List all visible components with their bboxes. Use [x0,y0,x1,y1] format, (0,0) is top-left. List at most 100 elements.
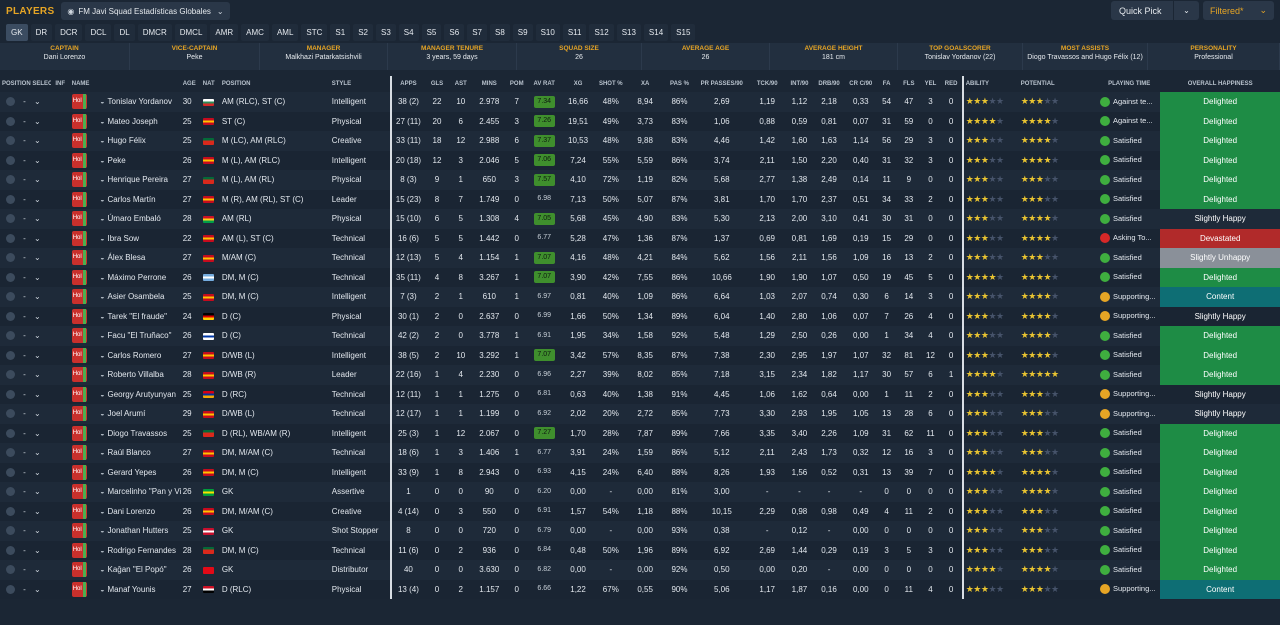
nationality-flag[interactable] [200,404,220,424]
position-selected[interactable]: - ⌄ [21,287,51,307]
column-header[interactable]: RED [941,76,963,92]
inf-hol[interactable]: Hol [69,170,99,190]
playing-time[interactable]: Satisfied [1097,209,1161,229]
inf-hol[interactable]: Hol [69,345,99,365]
player-name[interactable]: ◒ Carlos Romero [98,345,181,365]
column-header[interactable]: POSITION SELECTED [0,76,51,92]
position-selected[interactable]: - ⌄ [21,170,51,190]
position-selected[interactable]: - ⌄ [21,306,51,326]
nationality-flag[interactable] [200,443,220,463]
view-selector[interactable]: ◉ FM Javi Squad Estadísticas Globales ⌄ [61,2,230,20]
position-selected[interactable]: - ⌄ [21,423,51,443]
playing-time[interactable]: Supporting... [1097,287,1161,307]
overall-happiness[interactable]: Delighted [1160,150,1280,170]
table-row[interactable]: - ⌄ Hol ◒ Henrique Pereira 27 M (L), AM (RL) P… [0,170,1280,190]
table-row[interactable]: - ⌄ Hol ◒ Peke 26 M (L), AM (RLC) Intelligent 2… [0,150,1280,170]
inf-hol[interactable]: Hol [69,482,99,502]
position-filter-dmcr[interactable]: DMCR [137,24,172,41]
playing-time[interactable]: Asking To... [1097,228,1161,248]
inf-hol[interactable]: Hol [69,579,99,599]
table-row[interactable]: - ⌄ Hol ◒ Ibra Sow 22 AM (L), ST (C) Technical… [0,228,1280,248]
position-filter-s1[interactable]: S1 [330,24,351,41]
playing-time[interactable]: Satisfied [1097,560,1161,580]
column-header[interactable]: SHOT % [595,76,627,92]
position-selected[interactable]: - ⌄ [21,345,51,365]
player-name[interactable]: ◒ Tonislav Yordanov [98,92,181,112]
select-checkbox[interactable] [0,384,22,404]
column-header[interactable]: TCK/90 [748,76,786,92]
position-filter-s13[interactable]: S13 [616,24,641,41]
position-selected[interactable]: - ⌄ [21,521,51,541]
select-checkbox[interactable] [0,521,22,541]
overall-happiness[interactable]: Content [1160,579,1280,599]
player-name[interactable]: ◒ Joel Arumí [98,404,181,424]
overall-happiness[interactable]: Delighted [1160,423,1280,443]
inf-hol[interactable]: Hol [69,209,99,229]
inf-hol[interactable]: Hol [69,150,99,170]
select-checkbox[interactable] [0,404,22,424]
overall-happiness[interactable]: Delighted [1160,365,1280,385]
position-filter-s11[interactable]: S11 [562,24,587,41]
inf-hol[interactable]: Hol [69,248,99,268]
nationality-flag[interactable] [200,579,220,599]
position-filter-aml[interactable]: AML [271,24,299,41]
player-name[interactable]: ◒ Álex Blesa [98,248,181,268]
player-name[interactable]: ◒ Rodrigo Fernandes [98,540,181,560]
position-filter-s15[interactable]: S15 [671,24,696,41]
overall-happiness[interactable]: Delighted [1160,540,1280,560]
select-checkbox[interactable] [0,501,22,521]
select-checkbox[interactable] [0,248,22,268]
playing-time[interactable]: Supporting... [1097,306,1161,326]
select-checkbox[interactable] [0,306,22,326]
table-row[interactable]: - ⌄ Hol ◒ Tonislav Yordanov 30 AM (RLC), ST (… [0,92,1280,112]
inf-hol[interactable]: Hol [69,501,99,521]
playing-time[interactable]: Satisfied [1097,345,1161,365]
nationality-flag[interactable] [200,345,220,365]
playing-time[interactable]: Supporting... [1097,579,1161,599]
select-checkbox[interactable] [0,482,22,502]
playing-time[interactable]: Supporting... [1097,404,1161,424]
nationality-flag[interactable] [200,560,220,580]
overall-happiness[interactable]: Content [1160,287,1280,307]
playing-time[interactable]: Satisfied [1097,170,1161,190]
playing-time[interactable]: Satisfied [1097,267,1161,287]
position-selected[interactable]: - ⌄ [21,462,51,482]
select-checkbox[interactable] [0,326,22,346]
table-row[interactable]: - ⌄ Hol ◒ Hugo Félix 25 M (LC), AM (RLC) Creat… [0,131,1280,151]
nationality-flag[interactable] [200,267,220,287]
nationality-flag[interactable] [200,501,220,521]
player-name[interactable]: ◒ Peke [98,150,181,170]
position-selected[interactable]: - ⌄ [21,443,51,463]
position-selected[interactable]: - ⌄ [21,228,51,248]
column-header[interactable]: CR C/90 [845,76,876,92]
select-checkbox[interactable] [0,462,22,482]
playing-time[interactable]: Satisfied [1097,365,1161,385]
inf-hol[interactable]: Hol [69,267,99,287]
nationality-flag[interactable] [200,482,220,502]
overall-happiness[interactable]: Delighted [1160,267,1280,287]
overall-happiness[interactable]: Delighted [1160,501,1280,521]
position-filter-dcr[interactable]: DCR [55,24,83,41]
playing-time[interactable]: Satisfied [1097,540,1161,560]
select-checkbox[interactable] [0,560,22,580]
position-filter-s7[interactable]: S7 [467,24,487,41]
select-checkbox[interactable] [0,423,22,443]
select-checkbox[interactable] [0,345,22,365]
player-name[interactable]: ◒ Roberto Villalba [98,365,181,385]
overall-happiness[interactable]: Delighted [1160,521,1280,541]
inf-hol[interactable]: Hol [69,521,99,541]
inf-hol[interactable]: Hol [69,326,99,346]
playing-time[interactable]: Satisfied [1097,482,1161,502]
inf-hol[interactable]: Hol [69,540,99,560]
overall-happiness[interactable]: Slightly Unhappy [1160,248,1280,268]
playing-time[interactable]: Satisfied [1097,150,1161,170]
select-checkbox[interactable] [0,92,22,112]
select-checkbox[interactable] [0,150,22,170]
playing-time[interactable]: Satisfied [1097,326,1161,346]
table-row[interactable]: - ⌄ Hol ◒ Facu "El Truñaco" 26 D (C) Technical… [0,326,1280,346]
table-row[interactable]: - ⌄ Hol ◒ Mateo Joseph 25 ST (C) Physical 27 (1… [0,111,1280,131]
inf-hol[interactable]: Hol [69,423,99,443]
position-filter-s12[interactable]: S12 [589,24,614,41]
filter-button[interactable]: Filtered* ⌄ [1203,1,1274,20]
position-selected[interactable]: - ⌄ [21,150,51,170]
